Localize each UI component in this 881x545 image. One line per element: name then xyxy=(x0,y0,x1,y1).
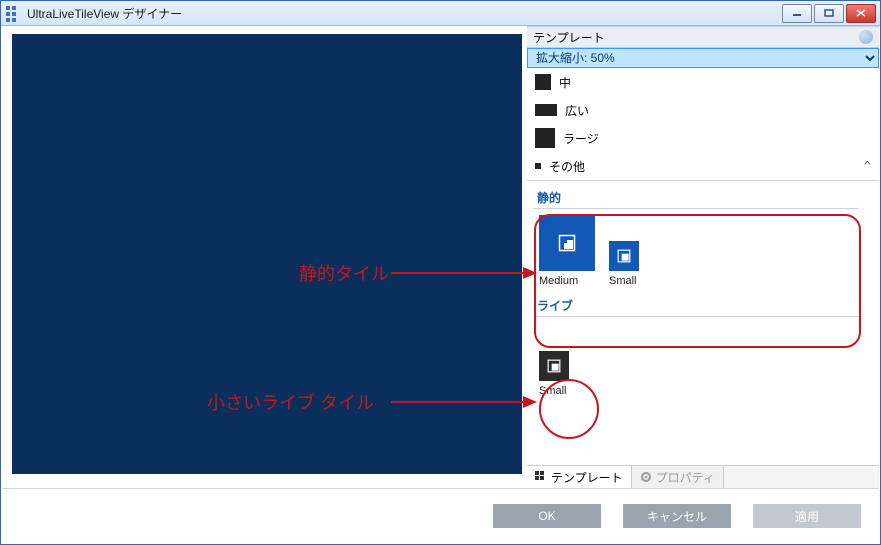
designer-window: UltraLiveTileView デザイナー テンプレート 拡大縮小: 50% xyxy=(0,0,881,545)
zoom-select[interactable]: 拡大縮小: 50% xyxy=(527,48,879,68)
window-title: UltraLiveTileView デザイナー xyxy=(27,5,182,22)
size-row-large[interactable]: ラージ xyxy=(527,124,879,152)
divider xyxy=(533,316,859,317)
divider xyxy=(533,208,859,209)
tile-caption: Small xyxy=(609,275,637,287)
close-button[interactable] xyxy=(846,4,876,23)
tab-label: プロパティ xyxy=(656,469,715,486)
close-icon xyxy=(856,9,866,17)
dialog-footer: OK キャンセル 適用 xyxy=(2,488,879,543)
size-label: 中 xyxy=(559,74,571,91)
cancel-button[interactable]: キャンセル xyxy=(623,504,731,528)
help-icon[interactable] xyxy=(859,30,873,44)
tile-glyph-icon xyxy=(547,359,561,373)
size-label: 広い xyxy=(565,102,589,119)
grid-icon xyxy=(535,471,547,483)
tile-caption: Small xyxy=(539,385,567,397)
size-list: 中 広い ラージ その他 ^ xyxy=(527,68,879,180)
preview-canvas[interactable] xyxy=(12,34,522,474)
large-swatch-icon xyxy=(535,128,555,148)
maximize-icon xyxy=(824,9,834,17)
ok-button[interactable]: OK xyxy=(493,504,601,528)
right-panel-title: テンプレート xyxy=(533,29,605,46)
tile-caption: Medium xyxy=(539,275,578,287)
template-area: 静的 Medium xyxy=(527,180,879,465)
titlebar: UltraLiveTileView デザイナー xyxy=(1,1,880,26)
template-scroll[interactable]: 静的 Medium xyxy=(527,181,879,465)
bottom-tabs: テンプレート プロパティ xyxy=(527,465,879,488)
zoom-row: 拡大縮小: 50% xyxy=(527,48,879,68)
window-body: テンプレート 拡大縮小: 50% 中 広い ラージ xyxy=(2,26,879,488)
tab-label: テンプレート xyxy=(551,469,623,486)
size-row-medium[interactable]: 中 xyxy=(527,68,879,96)
right-panel-header: テンプレート xyxy=(527,26,879,48)
tab-properties[interactable]: プロパティ xyxy=(632,466,724,488)
minimize-button[interactable] xyxy=(782,4,812,23)
size-label: ラージ xyxy=(563,130,599,147)
expand-up-icon: ^ xyxy=(864,159,871,173)
maximize-button[interactable] xyxy=(814,4,844,23)
tile-static-small[interactable]: Small xyxy=(609,241,639,287)
group-static-label: 静的 xyxy=(537,189,859,206)
gear-icon xyxy=(640,471,652,483)
medium-swatch-icon xyxy=(535,74,551,90)
size-label: その他 xyxy=(549,158,585,175)
app-icon xyxy=(5,5,21,21)
tile-static-medium[interactable]: Medium xyxy=(539,215,595,287)
minimize-icon xyxy=(792,9,802,17)
group-live-label: ライブ xyxy=(537,297,859,314)
size-row-wide[interactable]: 広い xyxy=(527,96,879,124)
tile-glyph-icon xyxy=(617,249,631,263)
live-tiles: Small xyxy=(539,351,859,397)
static-tiles: Medium Small xyxy=(539,215,859,287)
size-row-other[interactable]: その他 ^ xyxy=(527,152,879,180)
tile-glyph-icon xyxy=(558,234,576,252)
tile-live-small[interactable]: Small xyxy=(539,351,569,397)
tab-templates[interactable]: テンプレート xyxy=(527,466,632,488)
apply-button[interactable]: 適用 xyxy=(753,504,861,528)
wide-swatch-icon xyxy=(535,104,557,116)
right-panel: テンプレート 拡大縮小: 50% 中 広い ラージ xyxy=(527,26,879,488)
other-swatch-icon xyxy=(535,163,541,169)
